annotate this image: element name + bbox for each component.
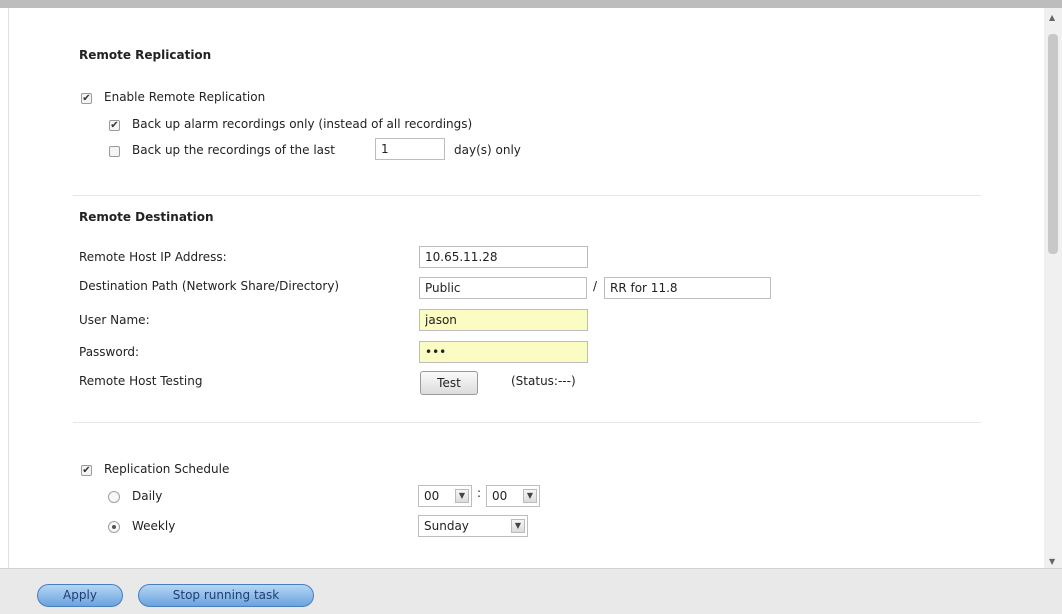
remote-replication-title: Remote Replication [79, 48, 212, 62]
password-input[interactable] [419, 341, 588, 363]
weekly-radio[interactable] [108, 521, 120, 533]
test-button[interactable]: Test [420, 371, 478, 395]
alarm-only-label: Back up alarm recordings only (instead o… [132, 117, 473, 131]
schedule-label: Replication Schedule [104, 462, 230, 476]
last-days-input[interactable] [375, 138, 445, 160]
path-separator: / [593, 279, 598, 293]
triangle-down-icon[interactable]: ▼ [1049, 558, 1055, 566]
minute-value: 00 [492, 489, 508, 503]
scrollbar-thumb[interactable] [1048, 34, 1058, 254]
daily-radio[interactable] [108, 491, 120, 503]
alarm-only-checkbox[interactable] [109, 120, 120, 131]
status-text: (Status:---) [511, 374, 576, 388]
host-ip-input[interactable] [419, 246, 588, 268]
last-days-checkbox[interactable] [109, 146, 120, 157]
section-divider [73, 422, 981, 423]
weekday-value: Sunday [424, 519, 469, 533]
minute-select[interactable]: 00 ▼ [486, 485, 540, 507]
host-ip-label: Remote Host IP Address: [79, 250, 227, 264]
daily-label: Daily [132, 489, 163, 503]
settings-panel: Remote Replication Enable Remote Replica… [8, 8, 1045, 568]
last-days-label: Back up the recordings of the last [132, 143, 335, 157]
apply-button[interactable]: Apply [37, 584, 123, 607]
time-separator: : [477, 486, 482, 500]
schedule-checkbox[interactable] [81, 465, 92, 476]
stop-task-button[interactable]: Stop running task [138, 584, 314, 607]
dest-path-label: Destination Path (Network Share/Director… [79, 279, 340, 293]
hour-value: 00 [424, 489, 440, 503]
vertical-scrollbar[interactable]: ▲ ▼ [1044, 8, 1062, 568]
dest-share-input[interactable] [419, 277, 587, 299]
password-label: Password: [79, 345, 140, 359]
chevron-down-icon: ▼ [455, 489, 469, 503]
username-label: User Name: [79, 313, 150, 327]
username-input[interactable] [419, 309, 588, 331]
dest-dir-input[interactable] [604, 277, 771, 299]
days-suffix-label: day(s) only [454, 143, 521, 157]
chevron-down-icon: ▼ [511, 519, 525, 533]
chevron-down-icon: ▼ [523, 489, 537, 503]
window-top-border [0, 0, 1062, 8]
section-divider [73, 195, 981, 196]
weekday-select[interactable]: Sunday ▼ [418, 515, 528, 537]
weekly-label: Weekly [132, 519, 176, 533]
footer-bar: Apply Stop running task [0, 568, 1062, 614]
remote-destination-title: Remote Destination [79, 210, 214, 224]
hour-select[interactable]: 00 ▼ [418, 485, 472, 507]
enable-replication-label: Enable Remote Replication [104, 90, 266, 104]
remote-testing-label: Remote Host Testing [79, 374, 203, 388]
triangle-up-icon[interactable]: ▲ [1049, 14, 1055, 22]
enable-replication-checkbox[interactable] [81, 93, 92, 104]
